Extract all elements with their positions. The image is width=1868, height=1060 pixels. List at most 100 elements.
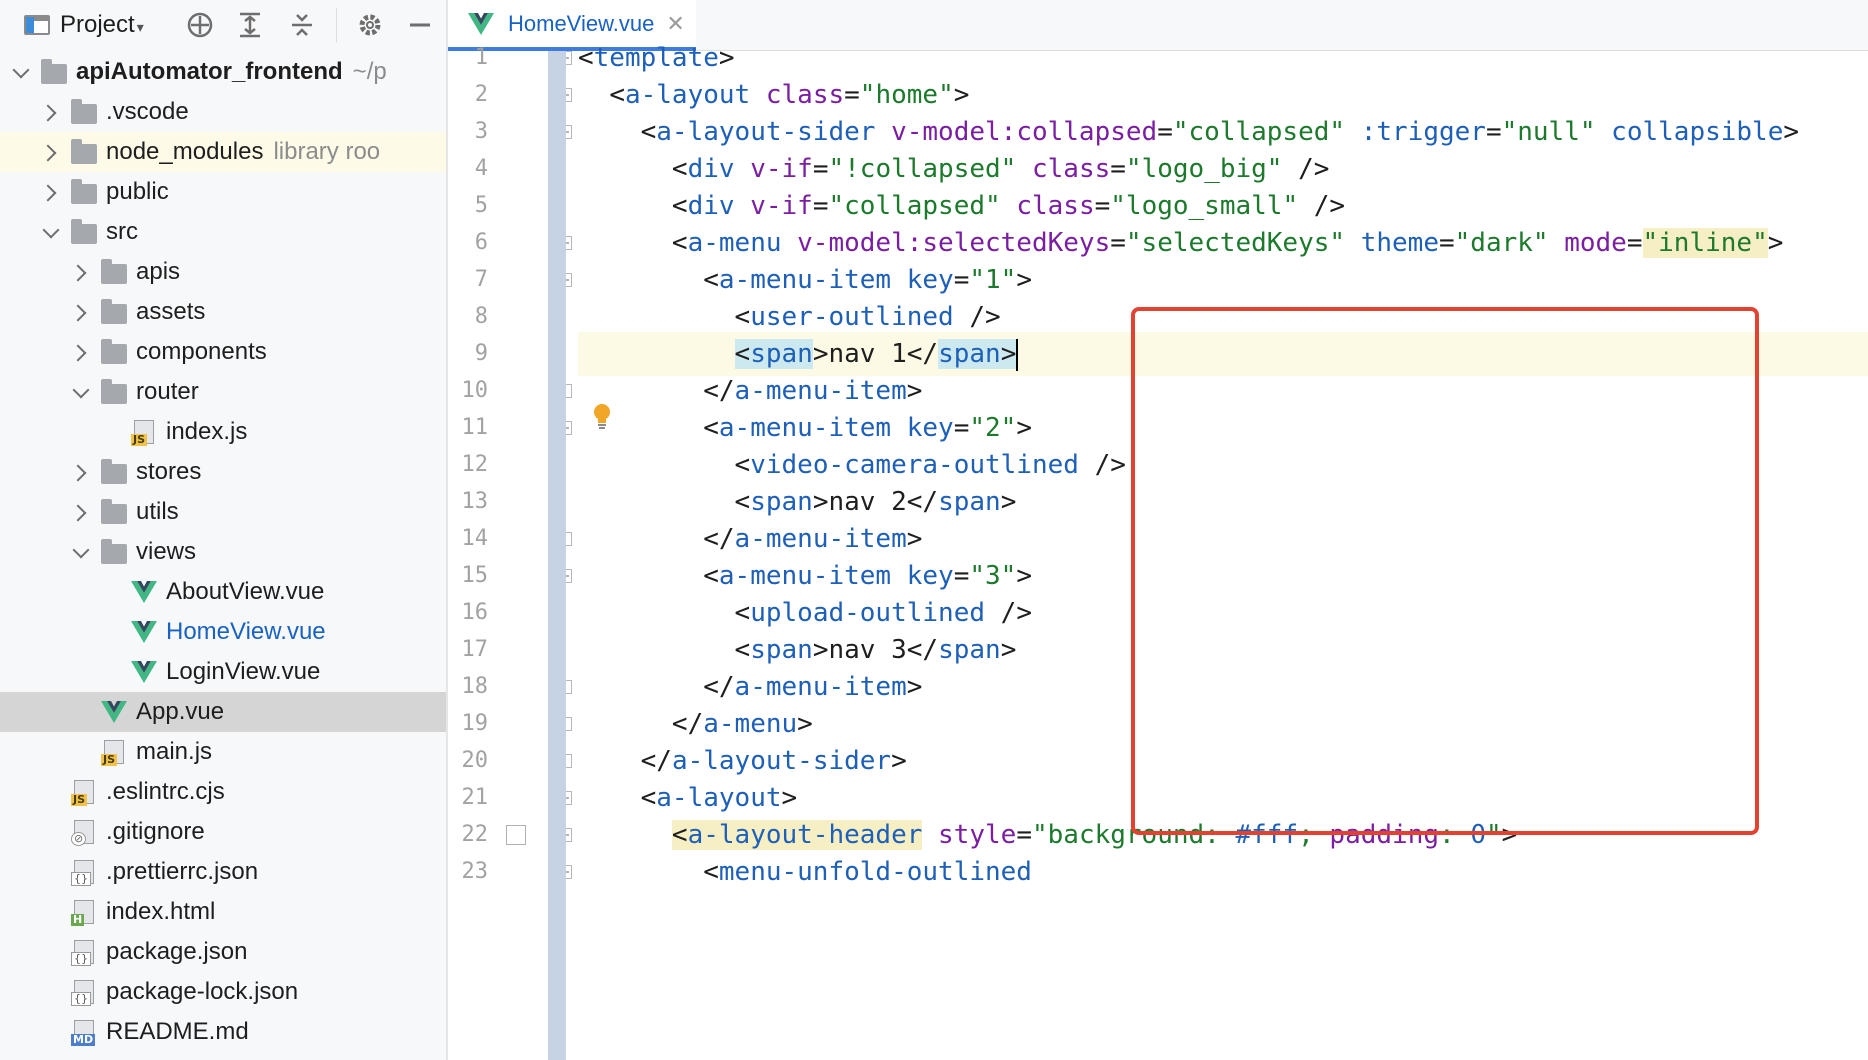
tree-item-label: main.js [136,738,213,765]
close-icon[interactable]: ✕ [666,11,684,37]
code-token: menu-unfold-outlined [718,857,1032,887]
tree-item[interactable]: {} .prettierrc.json [0,852,447,892]
code-token: < [640,117,657,147]
expand-all-icon[interactable] [230,8,270,42]
tree-item[interactable]: utils [0,492,447,532]
tree-item-label: App.vue [136,698,225,725]
code-token: mode [1564,228,1627,258]
tree-item[interactable]: public [0,172,447,212]
locate-icon[interactable] [180,8,220,42]
tree-item[interactable]: {} package.json [0,932,447,972]
chevron-down-icon[interactable] [42,224,58,240]
code-token: = [1626,228,1643,258]
tree-item[interactable]: router [0,372,447,412]
chevron-down-icon[interactable] [72,544,88,560]
code-token: class [1031,154,1111,184]
tree-item-label: HomeView.vue [166,618,326,645]
code-token: = [953,265,970,295]
tree-item[interactable]: JS index.js [0,412,447,452]
tree-item[interactable]: LoginView.vue [0,652,447,692]
code-token: "1" [969,265,1017,295]
code-token: a-menu-item [734,376,907,406]
js-file-icon: JS [130,419,158,446]
code-token: > [1016,561,1032,591]
code-token: a-menu-item [718,413,907,443]
tree-item[interactable]: views [0,532,447,572]
tree-item-label: package.json [106,938,248,965]
code-token: > [1000,635,1017,665]
tree-item[interactable]: apis [0,252,447,292]
code-token: div [687,154,751,184]
code-token: "collapsed" [1172,117,1346,147]
tree-item-label: components [136,338,267,365]
chevron-right-icon[interactable] [72,344,88,360]
tree-item[interactable]: App.vue [0,692,447,732]
code-token: < [734,450,751,480]
chevron-down-icon[interactable] [72,384,88,400]
chevron-right-icon[interactable] [72,464,88,480]
code-token: style [938,820,1017,850]
tree-item[interactable]: components [0,332,447,372]
folder-icon [70,178,98,205]
code-line[interactable]: <menu-unfold-outlined [578,850,1868,894]
chevron-right-icon[interactable] [42,184,58,200]
code-token: collapsible [1611,117,1784,147]
tree-item-label: assets [136,298,206,325]
tree-item[interactable]: JS .eslintrc.cjs [0,772,447,812]
code-token: < [640,783,657,813]
gear-icon[interactable] [350,8,390,42]
tree-item-hint: library roo [273,138,381,165]
code-token: < [578,43,594,73]
chevron-right-icon[interactable] [42,104,58,120]
chevron-down-icon[interactable] [12,64,28,80]
code-token: span [938,487,1001,517]
code-token: "inline" [1642,228,1768,258]
hide-icon[interactable] [400,8,440,42]
tree-item-label: node_modules [106,138,264,165]
code-token: </ [671,709,704,739]
chevron-right-icon[interactable] [42,144,58,160]
tree-item[interactable]: HomeView.vue [0,612,447,652]
chevron-right-icon[interactable] [72,504,88,520]
tree-item[interactable]: JS main.js [0,732,447,772]
code-token: > [1000,487,1017,517]
json-file-icon: {} [70,979,98,1006]
tree-item[interactable]: ⊘ .gitignore [0,812,447,852]
tree-item[interactable]: stores [0,452,447,492]
project-view-selector[interactable]: Project ▾ [24,8,174,42]
code-token: > [812,487,829,517]
code-token: "collapsed" [828,191,1001,221]
bookmark-checkbox[interactable] [506,825,526,845]
code-token: a-layout-sider [656,117,892,147]
code-token: "3" [969,561,1017,591]
tree-item[interactable]: {} package-lock.json [0,972,447,1012]
code-token: class [1016,191,1095,221]
code-token: </ [906,635,939,665]
code-token: > [1767,228,1784,258]
tree-item[interactable]: assets [0,292,447,332]
code-token: a-menu-item [734,672,907,702]
tree-item[interactable]: Hindex.html [0,892,447,932]
tree-item-label: .vscode [106,98,189,125]
collapse-all-icon[interactable] [282,8,322,42]
chevron-right-icon[interactable] [72,304,88,320]
tree-item[interactable]: src [0,212,447,252]
folder-icon [40,58,68,85]
tab-label: HomeView.vue [508,10,655,36]
code-token: = [1485,117,1502,147]
tree-item[interactable]: node_modules library roo [0,132,447,172]
tree-item[interactable]: .vscode [0,92,447,132]
tree-item[interactable]: apiAutomator_frontend ~/p [0,52,447,92]
code-token: /> [1282,154,1330,184]
code-token: = [1110,228,1126,258]
chevron-right-icon[interactable] [72,264,88,280]
code-token: /> [985,598,1032,628]
tree-item[interactable]: MD README.md [0,1012,447,1052]
tree-item-label: README.md [106,1018,249,1045]
code-token: "logo_big" [1125,154,1283,184]
project-pane-icon [24,15,50,35]
tree-item[interactable]: AboutView.vue [0,572,447,612]
code-token: </ [906,487,939,517]
